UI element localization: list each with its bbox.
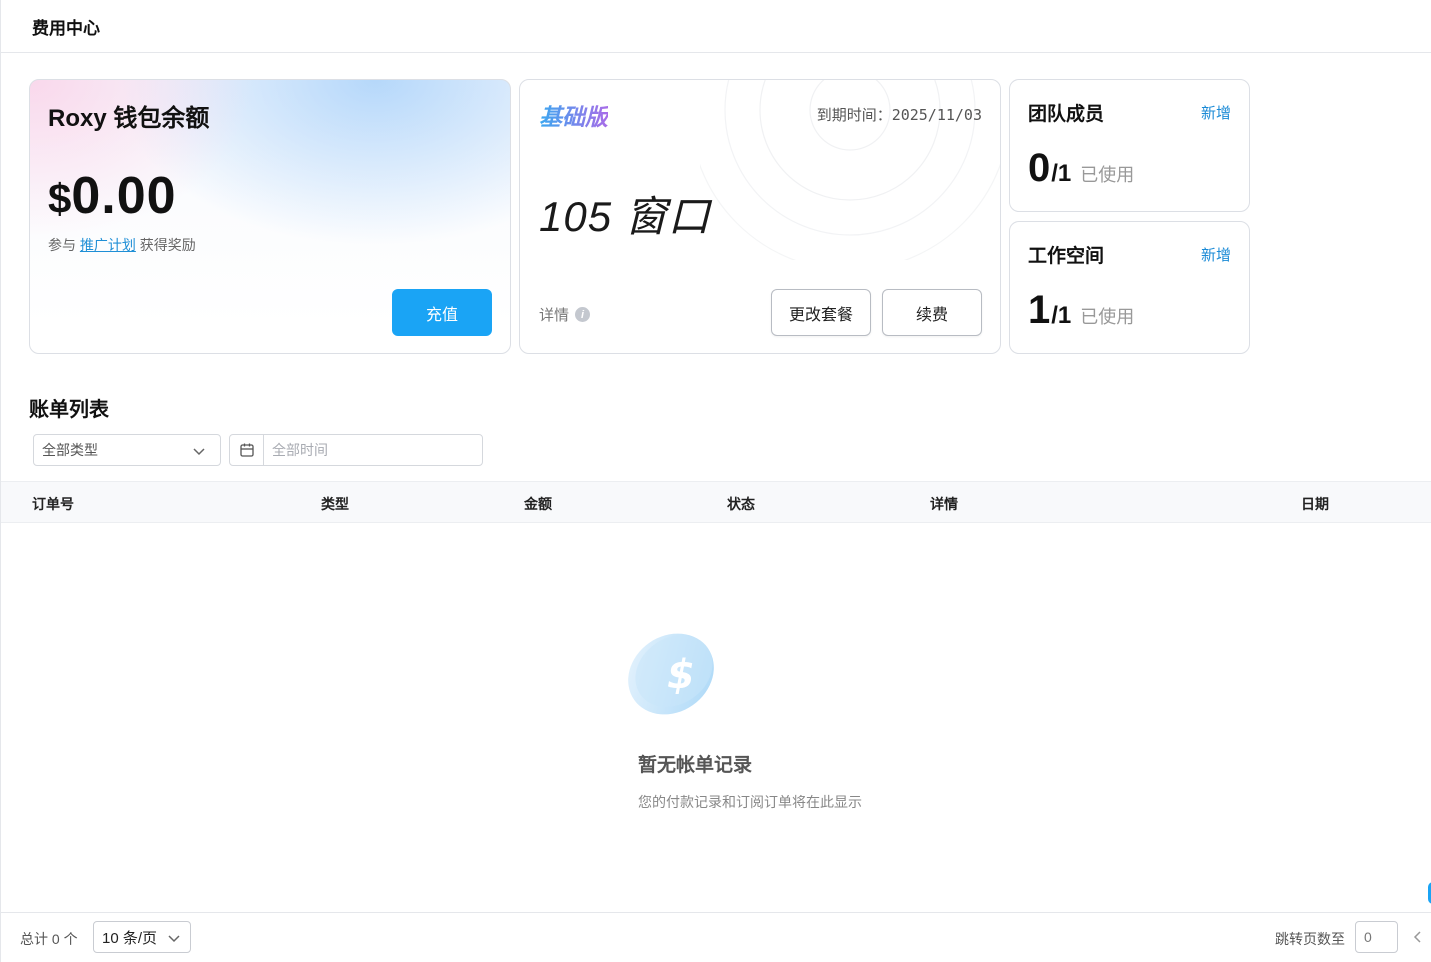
plan-expiry: 到期时间：2025/11/03 (816, 106, 982, 124)
column-detail: 详情 (930, 496, 958, 512)
workspace-used-label: 已使用 (1080, 307, 1135, 327)
top-bar: 费用中心 (1, 0, 1431, 53)
change-plan-button[interactable]: 更改套餐 (771, 289, 871, 336)
plan-detail[interactable]: 详情 i (539, 304, 591, 325)
calendar-icon[interactable] (230, 435, 264, 465)
balance-amount: 0.00 (71, 167, 177, 225)
empty-coin-icon: $ (628, 633, 714, 715)
page-title: 费用中心 (32, 18, 100, 38)
time-range-picker[interactable] (229, 434, 483, 466)
team-members-used-label: 已使用 (1080, 165, 1135, 185)
bill-list-title: 账单列表 (29, 399, 109, 421)
wallet-title: Roxy 钱包余额 (48, 105, 210, 132)
pagination-bar: 总计 0 个 10 条/页 跳转页数至 (1, 912, 1431, 962)
jump-to-label: 跳转页数至 (1275, 931, 1345, 947)
team-members-title: 团队成员 (1028, 104, 1105, 125)
svg-text:$: $ (667, 652, 695, 698)
recharge-button[interactable]: 充值 (392, 289, 492, 336)
type-filter-value: 全部类型 (42, 442, 98, 458)
workspace-usage: 1 /1 已使用 (1028, 288, 1134, 333)
renew-button[interactable]: 续费 (882, 289, 982, 336)
team-members-card: 团队成员 新增 0 /1 已使用 (1009, 79, 1250, 212)
team-members-used: 0 (1028, 146, 1051, 190)
column-order-id: 订单号 (32, 496, 74, 512)
empty-state-title: 暂无帐单记录 (638, 755, 753, 776)
page-size-select[interactable]: 10 条/页 (93, 921, 191, 953)
chevron-left-icon[interactable] (1411, 927, 1423, 947)
column-date: 日期 (1301, 496, 1329, 512)
bill-table-header: 订单号 类型 金额 状态 详情 日期 (1, 481, 1431, 523)
workspace-total: /1 (1051, 302, 1072, 329)
add-team-member-link[interactable]: 新增 (1201, 102, 1231, 123)
team-members-usage: 0 /1 已使用 (1028, 146, 1134, 191)
currency-symbol: $ (48, 175, 72, 222)
plan-detail-label: 详情 (539, 307, 570, 324)
chevron-down-icon (193, 448, 205, 456)
team-members-total: /1 (1051, 160, 1072, 187)
column-type: 类型 (321, 496, 349, 512)
plan-name: 基础版 (539, 98, 608, 132)
workspace-card: 工作空间 新增 1 /1 已使用 (1009, 221, 1250, 354)
empty-state-subtitle: 您的付款记录和订阅订单将在此显示 (638, 794, 862, 810)
type-filter-select[interactable]: 全部类型 (33, 434, 221, 466)
wallet-balance: $ 0.00 (48, 166, 177, 226)
add-workspace-link[interactable]: 新增 (1201, 244, 1231, 265)
referral-note: 参与 推广计划 获得奖励 (48, 235, 196, 255)
workspace-used: 1 (1028, 288, 1051, 332)
time-range-input[interactable] (264, 436, 474, 464)
workspace-title: 工作空间 (1028, 246, 1105, 267)
plan-card: 基础版 到期时间：2025/11/03 105 窗口 详情 i 更改套餐 续费 (519, 79, 1001, 354)
jump-to-input[interactable] (1355, 921, 1398, 953)
total-count: 总计 0 个 (20, 931, 78, 947)
chevron-down-icon (168, 935, 180, 943)
page-size-value: 10 条/页 (102, 929, 158, 947)
column-status: 状态 (727, 496, 755, 512)
referral-note-suffix: 获得奖励 (135, 237, 196, 253)
wallet-card: Roxy 钱包余额 $ 0.00 参与 推广计划 获得奖励 充值 (29, 79, 511, 354)
billing-page: 费用中心 Roxy 钱包余额 $ 0.00 参与 推广计划 获得奖励 充值 基础… (0, 0, 1431, 962)
info-icon[interactable]: i (575, 307, 591, 322)
referral-note-prefix: 参与 (48, 237, 80, 253)
plan-windows: 105 窗口 (539, 193, 711, 240)
column-amount: 金额 (524, 496, 552, 512)
referral-program-link[interactable]: 推广计划 (80, 237, 136, 253)
